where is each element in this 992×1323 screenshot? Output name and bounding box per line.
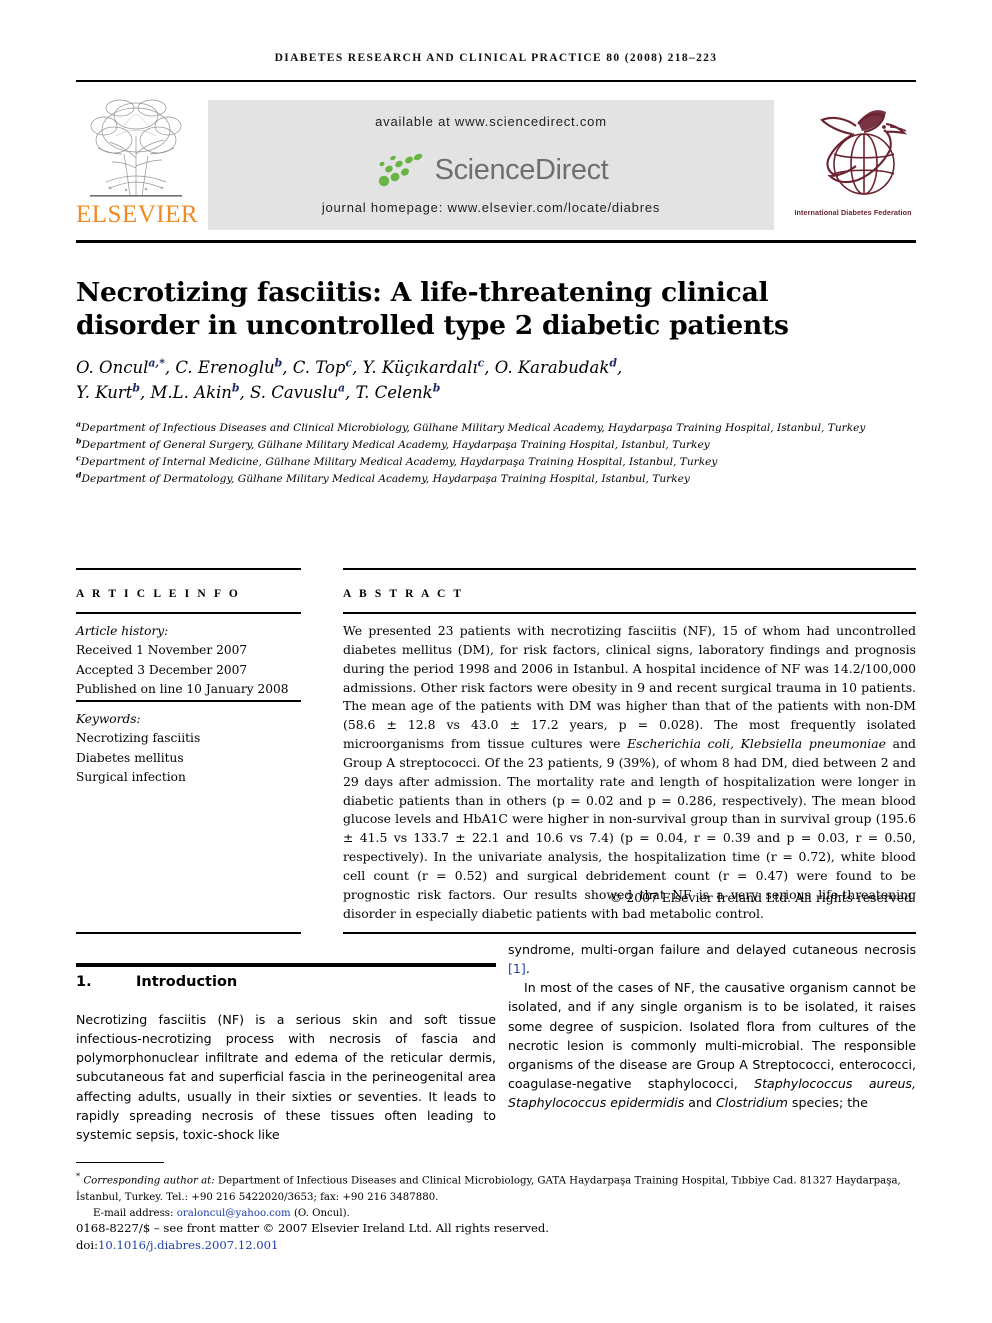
elsevier-tree-icon (90, 99, 182, 197)
corresponding-marker: * (76, 1171, 81, 1181)
paragraph-2-part-c: species; the (787, 1095, 868, 1111)
author-item: Y. Kurtb (76, 381, 140, 403)
intro-paragraph-continued: syndrome, multi-organ failure and delaye… (508, 940, 916, 978)
abstract-copyright: © 2007 Elsevier Ireland Ltd. All rights … (610, 890, 916, 905)
keyword-list: Keywords: Necrotizing fasciitis Diabetes… (76, 710, 311, 787)
abstract-top-rule (343, 568, 916, 570)
reference-link-1[interactable]: [1] (508, 961, 526, 976)
abstract-rule (343, 612, 916, 614)
email-link[interactable]: oraloncul@yahoo.com (177, 1208, 291, 1219)
continuation-period: . (525, 961, 530, 977)
doi-line: doi:10.1016/j.diabres.2007.12.001 (76, 1237, 916, 1254)
affiliation-item: aDepartment of Infectious Diseases and C… (76, 419, 866, 434)
idf-caption: International Diabetes Federation (794, 208, 912, 217)
intro-paragraph-2: In most of the cases of NF, the causativ… (508, 978, 916, 1112)
body-column-right: syndrome, multi-organ failure and delaye… (508, 940, 916, 1112)
history-label: Article history: (76, 624, 169, 638)
footnote-rule (76, 1162, 164, 1164)
sciencedirect-box: available at www.sciencedirect.com Scien… (208, 100, 774, 230)
author-item: T. Celenkb (355, 381, 441, 403)
abstract-bottom-rule-left (76, 932, 301, 934)
author-item: O. Karabudakd (494, 356, 617, 377)
abstract-heading: A B S T R A C T (343, 588, 464, 600)
author-item: C. Erenoglub (175, 356, 283, 377)
email-owner: (O. Oncul). (293, 1207, 350, 1219)
journal-banner: ELSEVIER available at www.sciencedirect.… (76, 94, 916, 234)
sciencedirect-wordmark: ScienceDirect (434, 153, 609, 186)
imprint-block: 0168-8227/$ – see front matter © 2007 El… (76, 1220, 916, 1254)
journal-homepage-text: journal homepage: www.elsevier.com/locat… (321, 200, 661, 215)
keywords-label: Keywords: (76, 712, 141, 726)
corresponding-author-note: * Corresponding author at: Department of… (76, 1170, 916, 1206)
running-head: DIABETES RESEARCH AND CLINICAL PRACTICE … (274, 52, 718, 64)
info-rule (76, 612, 301, 614)
banner-rule (76, 240, 916, 243)
info-top-rule (76, 568, 301, 570)
article-title: Necrotizing fasciitis: A life-threatenin… (76, 276, 789, 342)
elsevier-logo-block: ELSEVIER (76, 94, 199, 234)
footnote-block: * Corresponding author at: Department of… (76, 1170, 916, 1222)
author-list: O. Oncula,*, C. Erenoglub, C. Topc, Y. K… (76, 356, 623, 403)
article-history: Article history: Received 1 November 200… (76, 622, 311, 699)
issn-line: 0168-8227/$ – see front matter © 2007 El… (76, 1221, 549, 1235)
sciencedirect-logo: ScienceDirect (208, 152, 774, 196)
doi-link[interactable]: 10.1016/j.diabres.2007.12.001 (98, 1238, 278, 1252)
article-info-heading: A R T I C L E I N F O (76, 588, 241, 600)
section-title: Introduction (136, 974, 238, 990)
doi-label: doi: (76, 1237, 99, 1252)
history-received: Received 1 November 2007 (76, 643, 248, 658)
email-label: E-mail address: (93, 1207, 174, 1219)
elsevier-wordmark: ELSEVIER (76, 201, 199, 228)
paragraph-2-species-2: Clostridium (716, 1095, 788, 1111)
section-heading: 1. Introduction (76, 974, 496, 990)
corresponding-label: Corresponding author at: (83, 1175, 215, 1187)
keyword-item: Diabetes mellitus (76, 750, 184, 765)
affiliation-item: dDepartment of Dermatology, Gülhane Mili… (76, 470, 690, 486)
section-rule (76, 963, 496, 967)
author-item: S. Cavuslua (250, 381, 346, 403)
abstract-bottom-rule-right (343, 932, 916, 934)
idf-logo-block: International Diabetes Federation (790, 96, 916, 232)
history-published: Published on line 10 January 2008 (76, 681, 289, 696)
keyword-item: Necrotizing fasciitis (76, 731, 201, 746)
abstract-text: We presented 23 patients with necrotizin… (343, 622, 916, 924)
author-item: M.L. Akinb (150, 381, 240, 403)
author-item: C. Topc (292, 356, 353, 377)
affiliation-item: cDepartment of Internal Medicine, Gülhan… (76, 453, 718, 469)
author-item: Y. Küçıkardalıc (362, 356, 485, 377)
header-rule (76, 80, 916, 82)
body-column-left: Necrotizing fasciitis (NF) is a serious … (76, 1010, 496, 1144)
paragraph-2-part-b: and (684, 1095, 716, 1111)
paragraph-2-part-a: In most of the cases of NF, the causativ… (508, 980, 916, 1091)
abstract-part-1: We presented 23 patients with necrotizin… (343, 623, 916, 752)
sciencedirect-swoosh-icon (374, 152, 432, 188)
abstract-species-1: Escherichia coli, Klebsiella pneumoniae (627, 736, 886, 752)
author-item: O. Oncula,* (76, 356, 165, 377)
intro-paragraph-left: Necrotizing fasciitis (NF) is a serious … (76, 1012, 496, 1142)
continuation-text: syndrome, multi-organ failure and delaye… (508, 942, 916, 957)
keywords-rule (76, 700, 301, 702)
keyword-item: Surgical infection (76, 769, 186, 784)
journal-article-page: DIABETES RESEARCH AND CLINICAL PRACTICE … (0, 0, 992, 1323)
affiliation-list: aDepartment of Infectious Diseases and C… (76, 420, 906, 489)
available-at-text: available at www.sciencedirect.com (375, 114, 607, 129)
section-number: 1. (76, 974, 92, 990)
affiliation-item: bDepartment of General Surgery, Gülhane … (76, 436, 710, 452)
history-accepted: Accepted 3 December 2007 (76, 662, 248, 677)
idf-bird-globe-icon (820, 110, 908, 195)
